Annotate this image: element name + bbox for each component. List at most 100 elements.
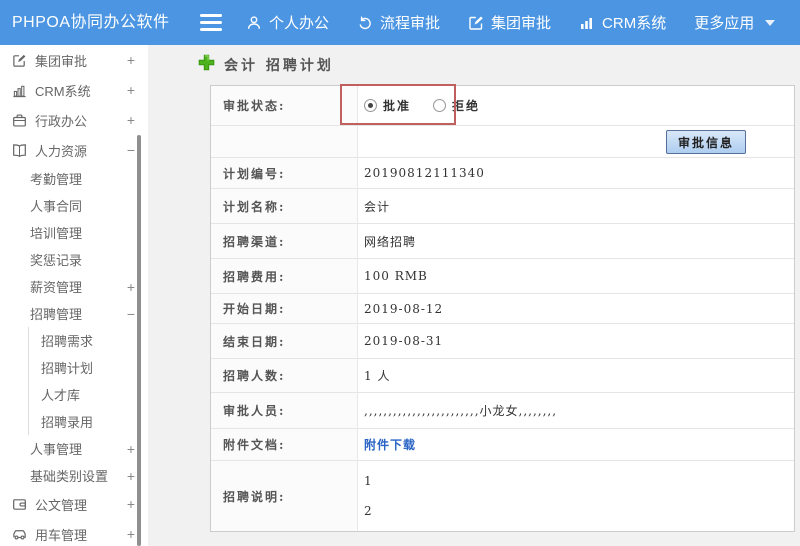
nav-label: CRM系统 (602, 15, 667, 32)
field-label: 计划编号: (211, 158, 358, 188)
attachment-download-link[interactable]: 附件下载 (364, 436, 416, 453)
row-start-date: 开始日期: 2019-08-12 (211, 294, 794, 324)
edit-icon (468, 15, 484, 31)
sidebar-item-label: 用车管理 (35, 527, 88, 543)
field-value: 网络招聘 (364, 234, 417, 249)
sidebar-item-vehicle[interactable]: 用车管理 + (0, 519, 148, 546)
sidebar-item-group-approval[interactable]: 集团审批 + (0, 45, 148, 75)
sidebar-item-salary[interactable]: 薪资管理 + (0, 273, 148, 300)
sidebar-item-label: 招聘需求 (41, 334, 94, 349)
caret-down-icon (765, 19, 776, 26)
sidebar-scrollbar[interactable] (137, 135, 141, 546)
expand-toggle[interactable]: + (127, 52, 135, 68)
main-content: 会计 招聘计划 审批状态: 批准 拒绝 审批信息 计划编号: 201908121… (148, 45, 800, 546)
top-nav: 个人办公 流程审批 集团审批 CRM系统 更多应用 (246, 0, 776, 45)
radio-approve-label: 批准 (383, 99, 412, 113)
sidebar-item-rewards[interactable]: 奖惩记录 (0, 246, 148, 273)
approve-info-button[interactable]: 审批信息 (665, 130, 746, 154)
app-brand: PHPOA协同办公软件 (12, 14, 170, 31)
radio-approve[interactable] (364, 99, 377, 112)
sidebar-item-base-category[interactable]: 基础类别设置 + (0, 462, 148, 489)
expand-toggle[interactable]: + (127, 526, 135, 542)
sidebar-item-talent-pool[interactable]: 人才库 (29, 381, 148, 408)
hamburger-icon[interactable] (200, 14, 222, 31)
sidebar-item-label: 招聘管理 (30, 307, 83, 322)
expand-toggle[interactable]: + (127, 82, 135, 98)
row-end-date: 结束日期: 2019-08-31 (211, 324, 794, 359)
sidebar-item-recruit-plan[interactable]: 招聘计划 (29, 354, 148, 381)
field-value: 2019-08-12 (364, 301, 444, 316)
row-recruit-cost: 招聘费用: 100 RMB (211, 259, 794, 294)
field-label: 招聘说明: (211, 461, 358, 531)
nav-crm-system[interactable]: CRM系统 (579, 0, 666, 45)
collapse-toggle[interactable]: − (127, 306, 135, 322)
row-approval-status: 审批状态: 批准 拒绝 (211, 84, 794, 126)
field-label: 招聘人数: (211, 359, 358, 392)
briefcase-icon (11, 112, 27, 128)
sidebar-item-attendance[interactable]: 考勤管理 (0, 165, 148, 192)
nav-group-approval[interactable]: 集团审批 (468, 0, 551, 45)
sidebar-item-training[interactable]: 培训管理 (0, 219, 148, 246)
sidebar-item-label: 培训管理 (30, 226, 83, 241)
sidebar-item-recruit-demand[interactable]: 招聘需求 (29, 327, 148, 354)
top-bar: PHPOA协同办公软件 个人办公 流程审批 集团审批 CRM系统 更多应用 (0, 0, 800, 45)
field-label: 招聘渠道: (211, 224, 358, 258)
row-approve-button: 审批信息 (211, 126, 794, 158)
document-icon (11, 496, 27, 512)
row-plan-name: 计划名称: 会计 (211, 189, 794, 224)
collapse-toggle[interactable]: − (127, 142, 135, 158)
sidebar-item-documents[interactable]: 公文管理 + (0, 489, 148, 519)
field-value: 1 2 (358, 461, 794, 531)
field-value: ,,,,,,,,,,,,,,,,,,,,,,,,小龙女,,,,,,,, (364, 404, 558, 418)
radio-reject[interactable] (433, 99, 447, 112)
expand-toggle[interactable]: + (127, 441, 135, 457)
sidebar-item-label: 人才库 (41, 388, 81, 403)
sidebar-item-label: 集团审批 (35, 53, 88, 69)
bar-chart-icon (579, 15, 595, 31)
field-value: 附件下载 (358, 429, 794, 460)
field-value: 批准 拒绝 (358, 86, 794, 125)
nav-label: 集团审批 (491, 15, 552, 32)
sidebar-item-admin-office[interactable]: 行政办公 + (0, 105, 148, 135)
bar-chart-icon (11, 82, 27, 98)
sidebar-item-label: 基础类别设置 (30, 469, 109, 484)
sidebar-item-label: 薪资管理 (30, 280, 83, 295)
app-window: PHPOA协同办公软件 个人办公 流程审批 集团审批 CRM系统 更多应用 集团… (0, 0, 800, 546)
field-value: 会计 (364, 199, 391, 214)
row-plan-number: 计划编号: 20190812111340 (211, 158, 794, 189)
sidebar-item-label: 公文管理 (35, 497, 88, 513)
nav-process-approval[interactable]: 流程审批 (357, 0, 440, 45)
sidebar-item-recruit-hire[interactable]: 招聘录用 (29, 408, 148, 435)
sidebar-item-crm[interactable]: CRM系统 + (0, 75, 148, 105)
radio-reject-label: 拒绝 (452, 99, 481, 113)
nav-personal-office[interactable]: 个人办公 (246, 0, 329, 45)
sidebar-item-hr[interactable]: 人力资源 − (0, 135, 148, 165)
sidebar: 集团审批 + CRM系统 + 行政办公 + 人力资源 − 考勤管理 人事合同 培… (0, 45, 148, 546)
expand-toggle[interactable]: + (127, 468, 135, 484)
expand-toggle[interactable]: + (127, 279, 135, 295)
user-icon (246, 15, 262, 31)
nav-more-apps[interactable]: 更多应用 (694, 0, 776, 45)
expand-toggle[interactable]: + (127, 496, 135, 512)
nav-label: 更多应用 (694, 15, 755, 32)
field-label: 结束日期: (211, 324, 358, 358)
field-label: 附件文档: (211, 429, 358, 460)
book-icon (11, 142, 27, 158)
sidebar-item-recruitment[interactable]: 招聘管理 − (0, 300, 148, 327)
sidebar-item-label: 招聘录用 (41, 415, 94, 430)
sidebar-item-label: 招聘计划 (41, 361, 94, 376)
sidebar-item-label: 考勤管理 (30, 172, 83, 187)
nav-label: 流程审批 (380, 15, 441, 32)
process-icon (357, 15, 373, 31)
row-recruit-channel: 招聘渠道: 网络招聘 (211, 224, 794, 259)
edit-square-icon (11, 52, 27, 68)
row-attachment: 附件文档: 附件下载 (211, 429, 794, 461)
sidebar-item-hr-contract[interactable]: 人事合同 (0, 192, 148, 219)
field-label: 审批人员: (211, 393, 358, 428)
expand-toggle[interactable]: + (127, 112, 135, 128)
detail-table: 审批状态: 批准 拒绝 审批信息 计划编号: 20190812111340 计划… (210, 84, 795, 532)
sidebar-item-label: CRM系统 (35, 83, 91, 99)
row-headcount: 招聘人数: 1 人 (211, 359, 794, 393)
field-value: 20190812111340 (364, 166, 485, 180)
sidebar-item-personnel[interactable]: 人事管理 + (0, 435, 148, 462)
